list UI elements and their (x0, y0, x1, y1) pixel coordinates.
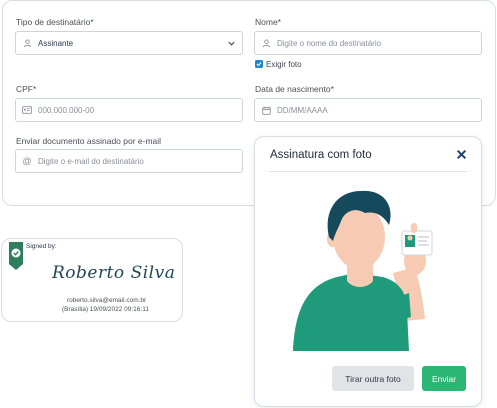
calendar-icon (261, 105, 271, 115)
photo-signature-modal: Assinatura com foto Tirar outra foto Env… (254, 136, 482, 407)
signature-name: Roberto Silva (52, 263, 176, 283)
chevron-down-icon (228, 41, 235, 46)
signer-email: roberto.silva@email.com.br (67, 297, 147, 304)
name-label: Nome* (255, 17, 281, 27)
email-placeholder: Digite o e-mail do destinatário (38, 156, 144, 166)
person-icon (22, 38, 32, 48)
birthdate-label: Data de nascimento* (255, 84, 334, 94)
shield-check-icon (9, 242, 23, 270)
signature-timestamp: (Brasília) 19/09/2022 09:16:11 (62, 306, 149, 313)
modal-divider (269, 171, 467, 172)
name-placeholder: Digite o nome do destinatário (277, 38, 382, 48)
email-label: Enviar documento assinado por e-mail (16, 136, 162, 146)
signed-by-label: Signed by: (26, 243, 57, 250)
check-icon (256, 62, 262, 67)
retake-photo-button[interactable]: Tirar outra foto (332, 366, 414, 391)
close-icon[interactable] (456, 149, 467, 160)
email-input[interactable]: @ Digite o e-mail do destinatário (15, 149, 243, 173)
user-icon (261, 38, 271, 48)
modal-title: Assinatura com foto (270, 149, 372, 161)
recipient-type-select[interactable]: Assinante (15, 31, 243, 55)
require-photo-checkbox[interactable] (255, 60, 263, 68)
recipient-type-value: Assinante (38, 38, 74, 48)
name-input[interactable]: Digite o nome do destinatário (254, 31, 482, 55)
person-holding-id-illustration (293, 190, 433, 351)
require-photo-label: Exigir foto (266, 60, 302, 69)
cpf-label: CPF* (16, 84, 37, 94)
send-button[interactable]: Enviar (422, 366, 466, 391)
id-card-icon (22, 105, 32, 115)
recipient-type-label: Tipo de destinatário* (16, 17, 94, 27)
birthdate-input[interactable]: DD/MM/AAAA (254, 98, 482, 122)
cpf-placeholder: 000.000.000-00 (38, 105, 95, 115)
birthdate-placeholder: DD/MM/AAAA (277, 105, 328, 115)
cpf-input[interactable]: 000.000.000-00 (15, 98, 243, 122)
at-icon: @ (22, 156, 32, 166)
